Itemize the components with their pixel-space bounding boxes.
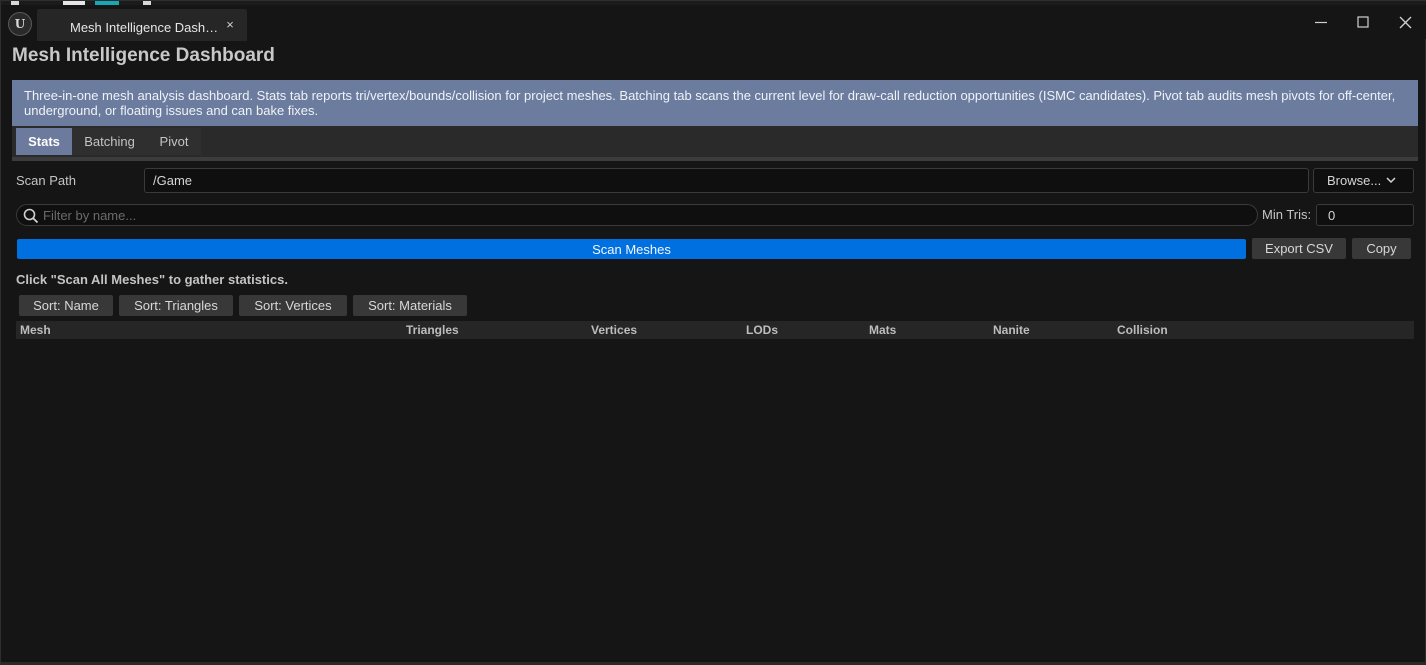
maximize-button[interactable] [1348,11,1378,33]
scan-meshes-button[interactable]: Scan Meshes [17,239,1246,259]
minimize-button[interactable] [1306,11,1336,33]
tab-batching[interactable]: Batching [72,128,147,155]
sort-vertices-button[interactable]: Sort: Vertices [239,295,347,316]
scan-path-field[interactable]: /Game [144,168,1309,193]
tab-close-icon[interactable]: × [223,17,237,33]
tab-stats[interactable]: Stats [16,128,72,155]
browse-button-label: Browse... [1327,173,1382,188]
sort-materials-button[interactable]: Sort: Materials [353,295,467,316]
sort-triangles-button[interactable]: Sort: Triangles [119,295,233,316]
column-triangles[interactable]: Triangles [406,323,459,337]
column-mesh[interactable]: Mesh [20,323,51,337]
browse-button[interactable]: Browse... [1313,168,1414,193]
min-tris-input[interactable]: 0 [1316,204,1414,226]
scan-path-label: Scan Path [16,173,76,188]
min-tris-label: Min Tris: [1262,207,1312,222]
title-bar: U Mesh Intelligence Dash… × [1,5,1426,41]
panel-title: Mesh Intelligence Dashboard [12,45,275,66]
document-tab-label: Mesh Intelligence Dash… [70,20,219,35]
export-csv-button[interactable]: Export CSV [1252,238,1346,259]
document-tab[interactable]: Mesh Intelligence Dash… × [37,9,247,41]
column-collision[interactable]: Collision [1117,323,1168,337]
tab-pivot[interactable]: Pivot [147,128,201,155]
table-header: Mesh Triangles Vertices LODs Mats Nanite… [16,321,1414,339]
close-button[interactable] [1390,11,1420,33]
copy-button[interactable]: Copy [1352,238,1411,259]
maximize-icon [1357,16,1369,28]
info-banner: Three-in-one mesh analysis dashboard. St… [12,80,1418,126]
sort-name-button[interactable]: Sort: Name [19,295,113,316]
column-mats[interactable]: Mats [869,323,896,337]
column-lods[interactable]: LODs [746,323,778,337]
minimize-icon [1315,21,1327,24]
column-nanite[interactable]: Nanite [993,323,1030,337]
search-icon [23,208,39,224]
tab-bar: Stats Batching Pivot [12,126,1418,161]
search-input[interactable] [43,207,1243,224]
column-vertices[interactable]: Vertices [591,323,637,337]
search-box[interactable] [16,204,1258,226]
editor-window: U Mesh Intelligence Dash… × Mesh Intelli… [0,0,1426,665]
chevron-down-icon [1386,177,1396,184]
unreal-logo-icon[interactable]: U [8,12,32,36]
status-text: Click "Scan All Meshes" to gather statis… [16,272,288,287]
close-icon [1399,16,1411,28]
